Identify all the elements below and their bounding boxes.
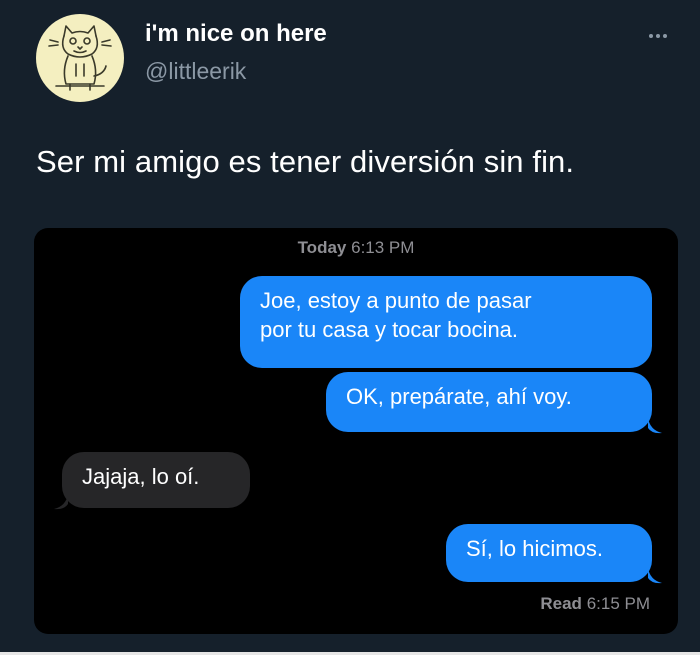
read-label: Read [540,594,582,613]
message-bubble-sent: Sí, lo hicimos. [446,524,652,582]
message-bubble-sent: Joe, estoy a punto de pasar por tu casa … [240,276,652,368]
message-line: por tu casa y tocar bocina. [260,317,519,342]
timestamp-time: 6:13 PM [351,238,415,257]
message-line: Sí, lo hicimos. [466,536,603,561]
message-line: OK, prepárate, ahí voy. [346,384,572,409]
read-time: 6:15 PM [586,594,650,613]
messages-screenshot-image[interactable]: Today 6:13 PM Joe, estoy a punto de pasa… [34,228,678,634]
read-receipt: Read 6:15 PM [540,594,650,614]
more-horizontal-icon [649,34,653,38]
bubble-tail-icon [648,568,662,584]
message-bubble-sent: OK, prepárate, ahí voy. [326,372,652,432]
user-handle[interactable]: @littleerik [145,58,246,85]
more-options-button[interactable] [640,24,676,48]
more-horizontal-icon-dot [656,34,660,38]
timestamp-day: Today [297,238,347,257]
bubble-tail-icon [54,494,68,510]
message-line: Joe, estoy a punto de pasar [260,288,532,313]
bubble-tail-icon [648,418,662,434]
message-bubble-received: Jajaja, lo oí. [62,452,250,508]
avatar[interactable] [36,14,124,102]
message-line: Jajaja, lo oí. [82,464,200,489]
more-horizontal-icon-dot [663,34,667,38]
tweet-text: Ser mi amigo es tener diversión sin fin. [36,144,575,179]
cat-drawing-icon [48,25,112,91]
display-name[interactable]: i'm nice on here [145,20,327,48]
conversation-timestamp: Today 6:13 PM [34,238,678,258]
